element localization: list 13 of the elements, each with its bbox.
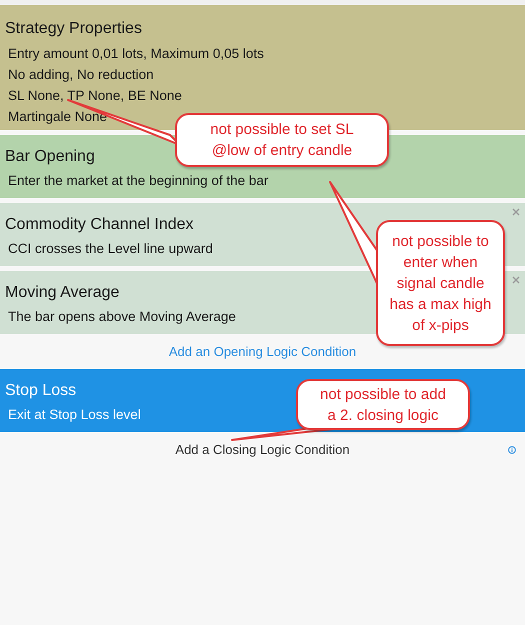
property-line: Martingale None: [8, 108, 108, 126]
condition-title: Bar Opening: [5, 147, 95, 167]
panel-title: Strategy Properties: [5, 19, 142, 39]
property-line: SL None, TP None, BE None: [8, 87, 182, 105]
condition-title: Stop Loss: [5, 381, 76, 401]
condition-description: Enter the market at the beginning of the bar: [8, 172, 268, 190]
property-line: No adding, No reduction: [8, 66, 154, 84]
condition-description: CCI crosses the Level line upward: [8, 240, 213, 258]
condition-description: Exit at Stop Loss level: [8, 406, 141, 424]
condition-title: Commodity Channel Index: [5, 215, 194, 235]
condition-description: The bar opens above Moving Average: [8, 308, 236, 326]
property-line: Entry amount 0,01 lots, Maximum 0,05 lots: [8, 45, 264, 63]
condition-title: Moving Average: [5, 283, 120, 303]
